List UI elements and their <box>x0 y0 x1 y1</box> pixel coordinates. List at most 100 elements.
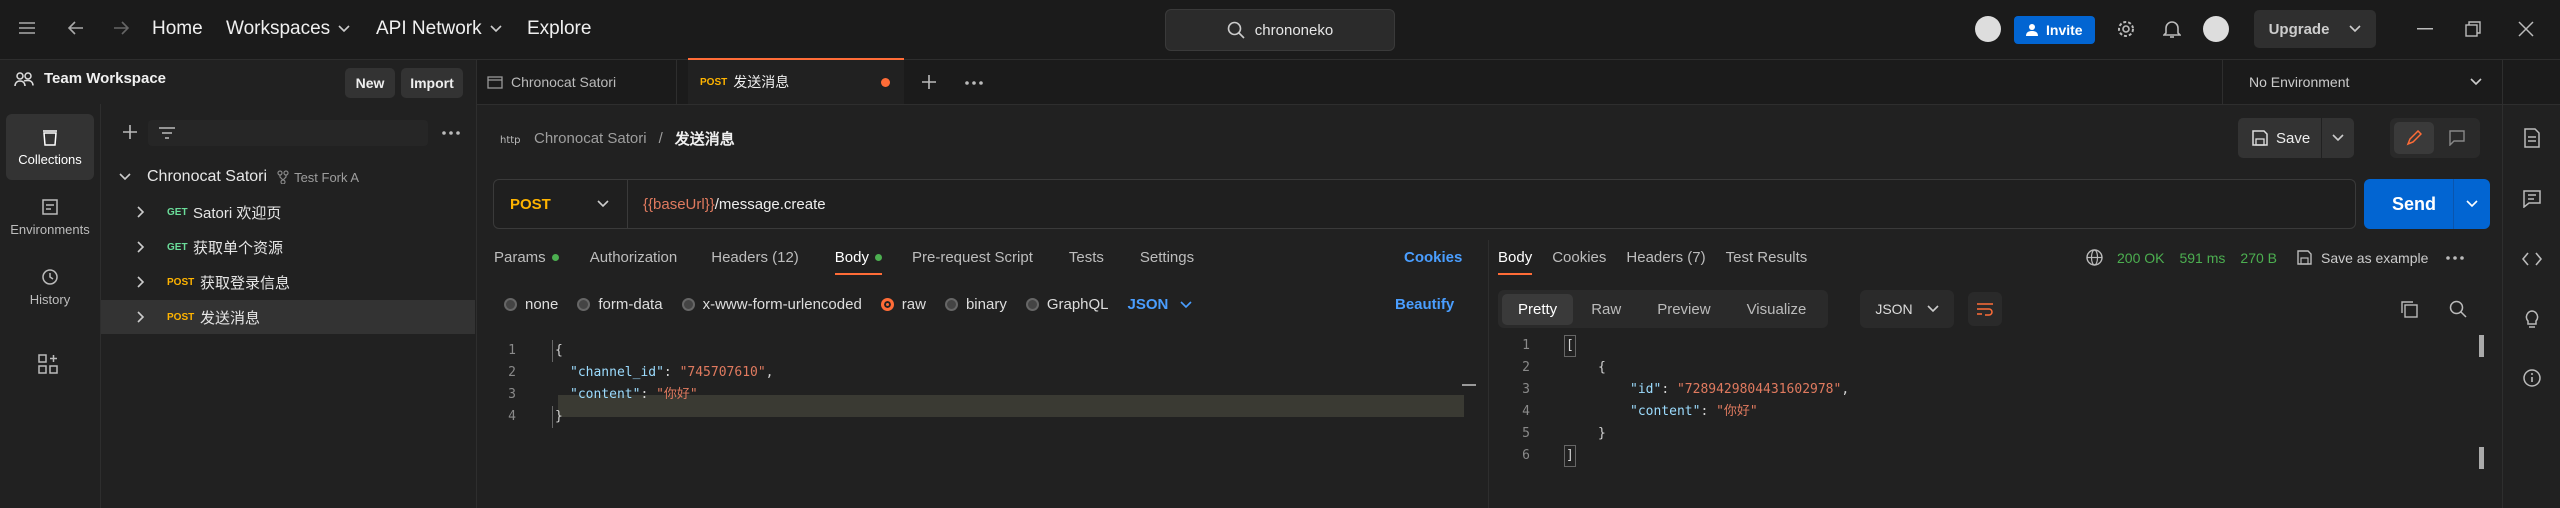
nav-workspaces[interactable]: Workspaces <box>226 18 350 40</box>
tab-response-headers[interactable]: Headers (7) <box>1626 249 1705 266</box>
view-preview[interactable]: Preview <box>1639 294 1728 325</box>
tab-response-cookies[interactable]: Cookies <box>1552 249 1606 266</box>
editor-scrollbar[interactable] <box>1462 384 1476 386</box>
invite-button[interactable]: Invite <box>2014 16 2095 44</box>
comment-mode-button[interactable] <box>2438 122 2476 154</box>
list-item[interactable]: GET Satori 欢迎页 <box>101 195 475 229</box>
restore-icon[interactable] <box>2465 21 2481 37</box>
upgrade-button[interactable]: Upgrade <box>2254 10 2376 48</box>
save-label: Save <box>2276 129 2311 147</box>
list-item-selected[interactable]: POST 发送消息 <box>101 300 475 334</box>
tab-response-body[interactable]: Body <box>1498 249 1533 275</box>
nav-home[interactable]: Home <box>152 18 203 40</box>
beautify-link[interactable]: Beautify <box>1395 296 1454 313</box>
gear-icon[interactable] <box>2116 19 2136 39</box>
tab-settings[interactable]: Settings <box>1140 249 1194 266</box>
search-response-icon[interactable] <box>2449 300 2467 318</box>
bell-icon[interactable] <box>2163 19 2181 39</box>
sidebar-item-label: Environments <box>10 221 90 237</box>
code-icon[interactable] <box>2522 252 2542 266</box>
avatar[interactable] <box>1975 16 2001 42</box>
code-token: ] <box>1566 448 1574 463</box>
sidebar-item-history[interactable]: History <box>6 254 94 320</box>
radio-label: binary <box>965 296 1007 313</box>
tab-collection[interactable]: Chronocat Satori <box>477 60 677 104</box>
method-select[interactable]: POST <box>494 180 628 228</box>
scrollbar-thumb[interactable] <box>2479 335 2484 357</box>
menu-icon[interactable] <box>18 20 36 36</box>
view-pretty[interactable]: Pretty <box>1502 293 1574 325</box>
breadcrumb-parent[interactable]: Chronocat Satori <box>534 130 647 147</box>
response-format-select[interactable]: JSON <box>1860 290 1954 328</box>
radio-form-data[interactable]: form-data <box>577 296 663 313</box>
radio-binary[interactable]: binary <box>944 296 1007 313</box>
request-body-editor[interactable]: 1 2 3 4 { "channel_id": "745707610", "co… <box>484 340 1480 508</box>
tab-send-message[interactable]: POST 发送消息 <box>688 58 904 104</box>
tab-test-results[interactable]: Test Results <box>1726 249 1808 266</box>
code-string: "7289429804431602978" <box>1676 382 1842 397</box>
filter-input[interactable] <box>148 120 428 146</box>
radio-none[interactable]: none <box>504 296 558 313</box>
plus-icon[interactable] <box>122 124 138 140</box>
tab-label: 发送消息 <box>733 74 790 90</box>
forward-arrow-icon[interactable] <box>112 20 130 36</box>
back-arrow-icon[interactable] <box>67 20 85 36</box>
tab-pre-request-script[interactable]: Pre-request Script <box>912 249 1033 266</box>
nav-explore[interactable]: Explore <box>527 18 591 40</box>
copy-icon[interactable] <box>2400 300 2418 318</box>
edit-mode-button[interactable] <box>2394 122 2434 154</box>
import-button[interactable]: Import <box>401 68 463 98</box>
scrollbar-thumb[interactable] <box>2479 447 2484 469</box>
new-tab-icon[interactable] <box>921 74 937 90</box>
url-input[interactable]: {{baseUrl}}/message.create <box>628 180 2355 228</box>
sidebar-item-collections[interactable]: Collections <box>6 114 94 180</box>
lightbulb-icon[interactable] <box>2523 310 2541 330</box>
environment-select[interactable]: No Environment <box>2222 60 2500 104</box>
save-as-example-button[interactable]: Save as example <box>2321 250 2428 266</box>
line-number: 6 <box>1522 448 1530 463</box>
workspace-name: Team Workspace <box>44 70 166 87</box>
info-icon[interactable] <box>2523 369 2541 387</box>
comments-icon[interactable] <box>2523 190 2541 208</box>
close-icon[interactable] <box>2518 21 2534 37</box>
list-item[interactable]: GET 获取单个资源 <box>101 230 475 264</box>
documentation-icon[interactable] <box>2523 128 2541 148</box>
view-raw[interactable]: Raw <box>1573 294 1639 325</box>
response-time[interactable]: 591 ms <box>2179 250 2225 266</box>
more-options-icon[interactable] <box>2446 255 2465 260</box>
status-code[interactable]: 200 OK <box>2117 250 2164 266</box>
chevron-right-icon <box>137 276 145 288</box>
tab-body[interactable]: Body <box>834 249 882 275</box>
filter-icon <box>159 127 175 139</box>
search-input[interactable]: chrononeko <box>1165 9 1395 51</box>
tab-headers[interactable]: Headers (12) <box>711 249 799 266</box>
sidebar-item-environments[interactable]: Environments <box>6 184 94 250</box>
pane-divider[interactable] <box>1488 240 1489 508</box>
list-item[interactable]: POST 获取登录信息 <box>101 265 475 299</box>
minimize-icon[interactable] <box>2417 28 2433 30</box>
more-options-icon[interactable] <box>442 131 460 135</box>
radio-urlencoded[interactable]: x-www-form-urlencoded <box>681 296 862 313</box>
radio-raw[interactable]: raw <box>880 296 926 313</box>
tab-params[interactable]: Params <box>494 249 559 266</box>
tab-authorization[interactable]: Authorization <box>590 249 678 266</box>
nav-api-network[interactable]: API Network <box>376 18 502 40</box>
response-body-viewer[interactable]: 1 2 3 4 5 6 [ { "id": "72894298044316029… <box>1498 335 2494 508</box>
more-tabs-icon[interactable] <box>965 81 983 85</box>
view-visualize[interactable]: Visualize <box>1729 294 1825 325</box>
cookies-link[interactable]: Cookies <box>1404 249 1462 266</box>
line-number: 2 <box>1522 360 1530 375</box>
new-button[interactable]: New <box>345 68 395 98</box>
wrap-lines-button[interactable] <box>1968 292 2002 326</box>
code-key: "channel_id" <box>570 365 664 380</box>
collection-root[interactable]: Chronocat Satori Test Fork A <box>101 160 475 194</box>
globe-icon[interactable] <box>2086 249 2103 266</box>
profile-avatar[interactable] <box>2203 16 2229 42</box>
tab-tests[interactable]: Tests <box>1069 249 1104 266</box>
radio-graphql[interactable]: GraphQL <box>1025 296 1109 313</box>
response-size[interactable]: 270 B <box>2240 250 2277 266</box>
send-button[interactable]: Send <box>2364 179 2490 229</box>
apps-icon[interactable] <box>38 354 58 374</box>
save-button[interactable]: Save <box>2238 118 2354 158</box>
body-format-select[interactable]: JSON <box>1128 296 1193 313</box>
